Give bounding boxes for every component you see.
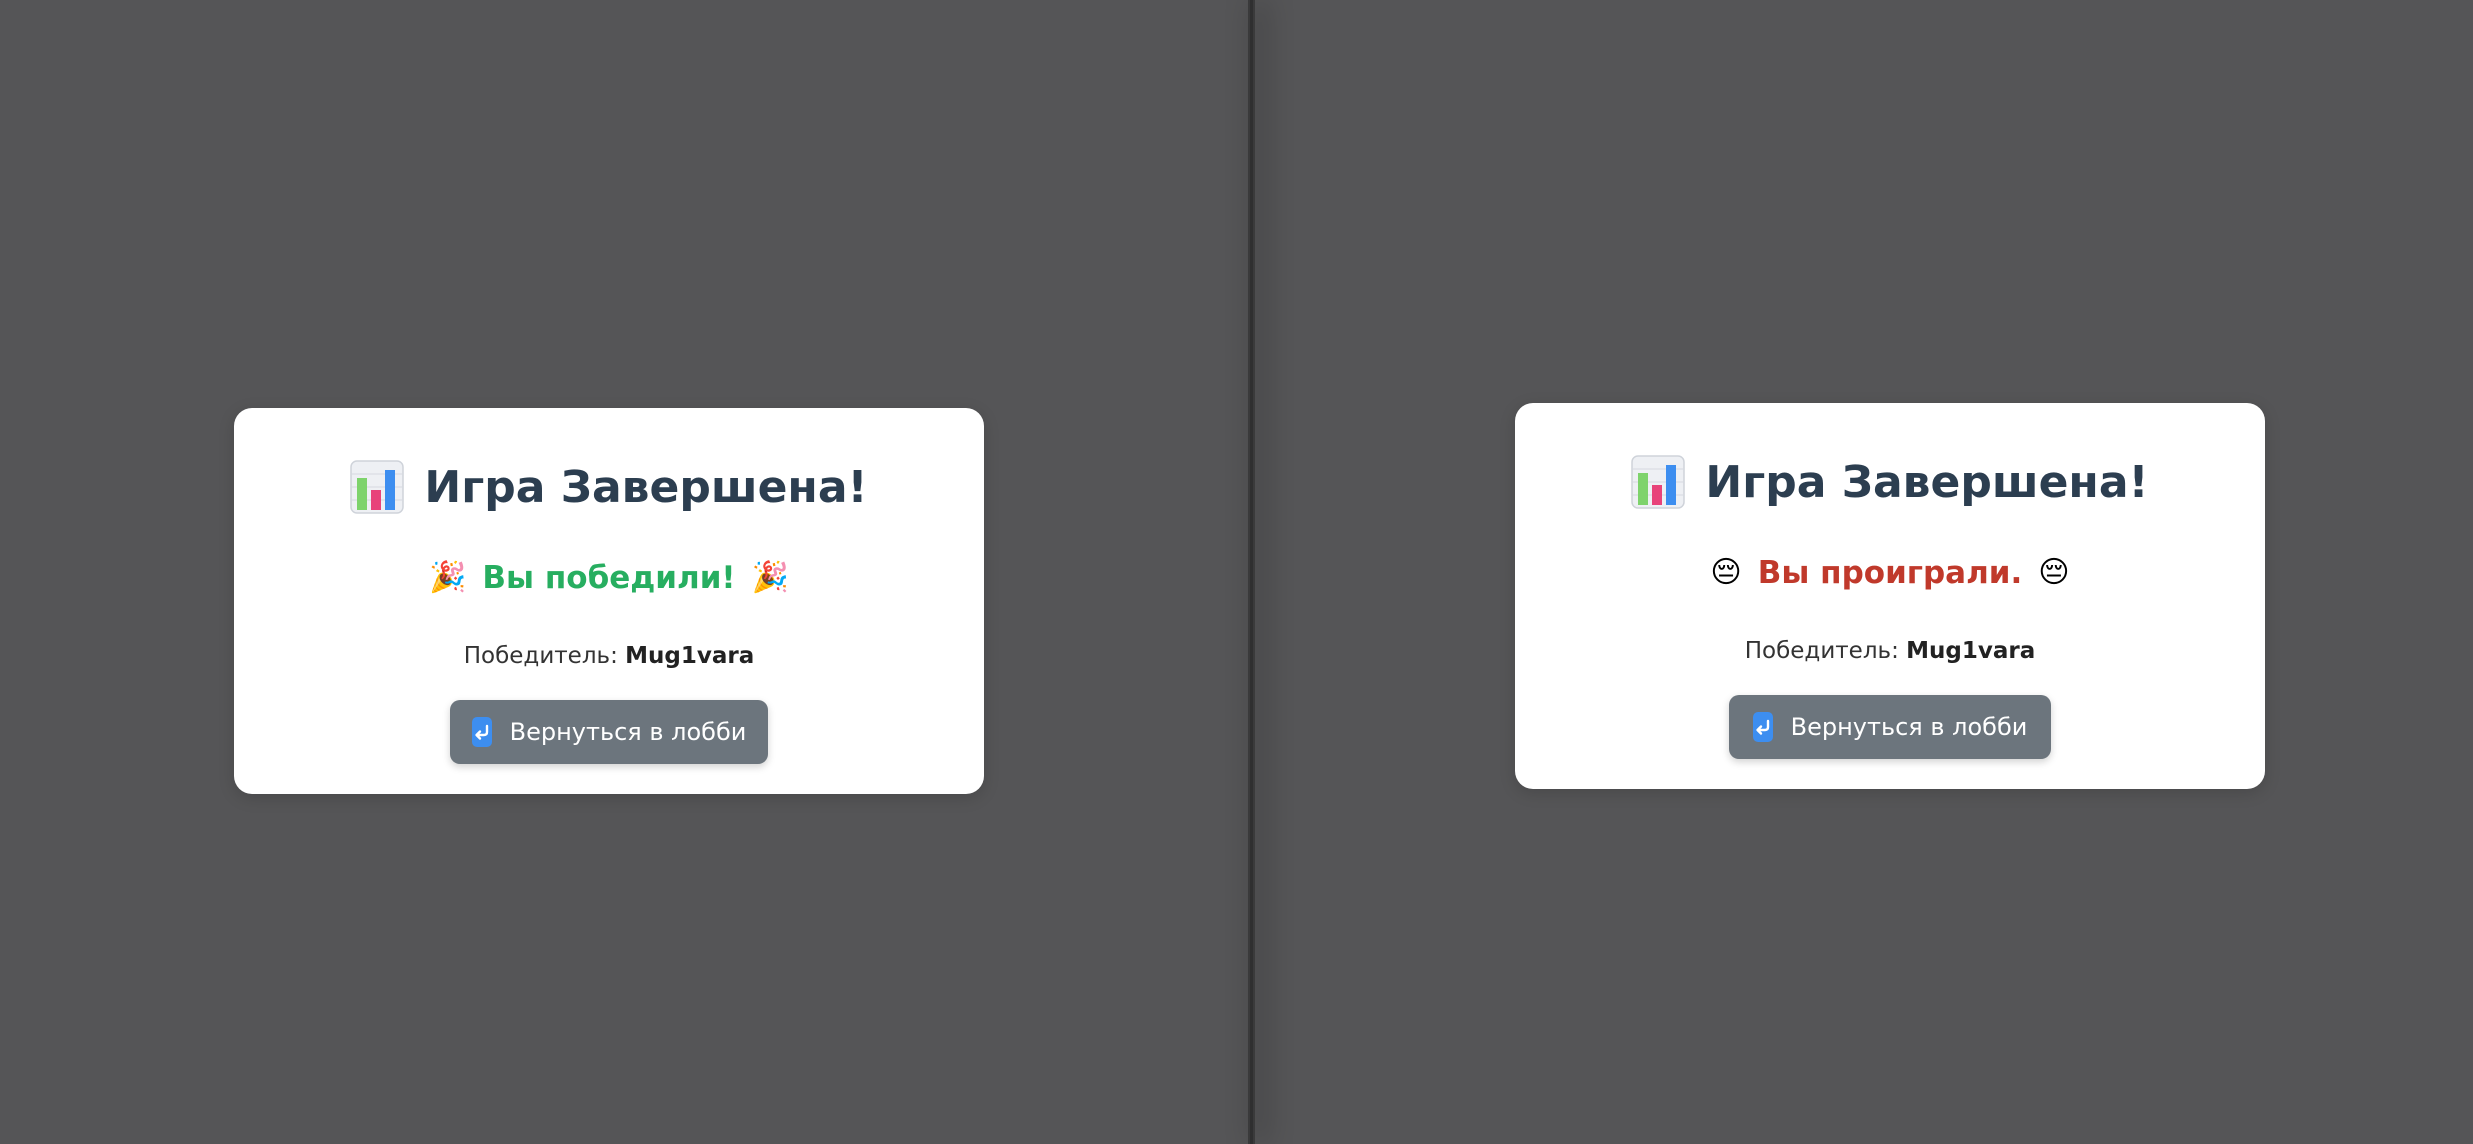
modal-header: Игра Завершена! <box>1515 447 2265 517</box>
game-over-modal: Игра Завершена! 😔 Вы проиграли. 😔 Победи… <box>1515 403 2265 789</box>
party-popper-icon: 🎉 <box>429 560 467 595</box>
return-to-lobby-button[interactable]: Вернуться в лобби <box>450 700 768 764</box>
pensive-face-icon: 😔 <box>1710 555 1742 590</box>
winner-label: Победитель: <box>1744 638 1899 664</box>
right-window: Игра Завершена! 😔 Вы проиграли. 😔 Победи… <box>1255 0 2473 1144</box>
modal-title: Игра Завершена! <box>424 461 868 513</box>
winner-name: Mug1vara <box>625 643 755 669</box>
game-over-modal: Игра Завершена! 🎉 Вы победили! 🎉 Победит… <box>234 408 984 794</box>
bar-chart-icon <box>350 460 405 514</box>
window-divider[interactable] <box>1248 0 1255 1144</box>
return-to-lobby-label: Вернуться в лобби <box>1790 713 2028 741</box>
return-arrow-icon <box>1752 712 1773 742</box>
result-message: 🎉 Вы победили! 🎉 <box>234 553 984 603</box>
result-message: 😔 Вы проиграли. 😔 <box>1515 548 2265 598</box>
pensive-face-icon: 😔 <box>2038 555 2070 590</box>
bar-chart-icon <box>1631 455 1686 509</box>
result-text: Вы победили! <box>482 560 736 596</box>
winner-name: Mug1vara <box>1906 638 2036 664</box>
return-to-lobby-button[interactable]: Вернуться в лобби <box>1729 695 2051 759</box>
winner-label: Победитель: <box>463 643 618 669</box>
left-window: Игра Завершена! 🎉 Вы победили! 🎉 Победит… <box>0 0 1248 1144</box>
winner-info: Победитель: Mug1vara <box>1515 638 2265 664</box>
return-to-lobby-label: Вернуться в лобби <box>509 718 747 746</box>
party-popper-icon: 🎉 <box>751 560 789 595</box>
winner-info: Победитель: Mug1vara <box>234 643 984 669</box>
return-arrow-icon <box>471 717 492 747</box>
modal-title: Игра Завершена! <box>1705 456 2149 508</box>
result-text: Вы проиграли. <box>1757 555 2023 591</box>
modal-header: Игра Завершена! <box>234 452 984 522</box>
